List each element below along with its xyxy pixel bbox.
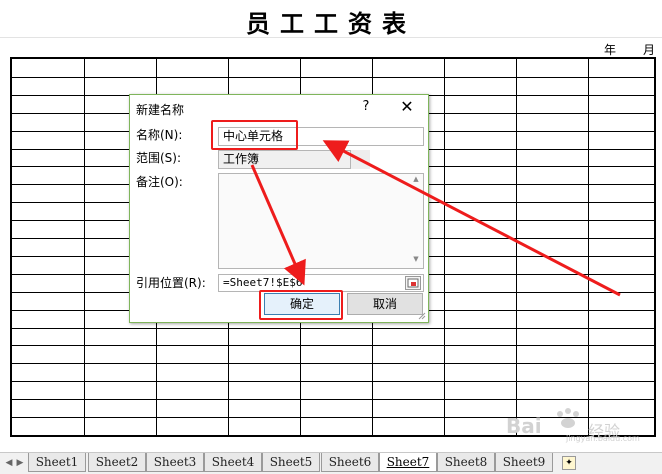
annotation-arrows [250,140,621,297]
watermark-logo: Bai [506,414,542,438]
baidu-watermark: Bai 经验 jingyan.baidu.com [500,404,640,444]
arrow-to-ok [250,164,306,286]
arrow-to-name [322,140,621,297]
watermark-url: jingyan.baidu.com [566,434,640,443]
